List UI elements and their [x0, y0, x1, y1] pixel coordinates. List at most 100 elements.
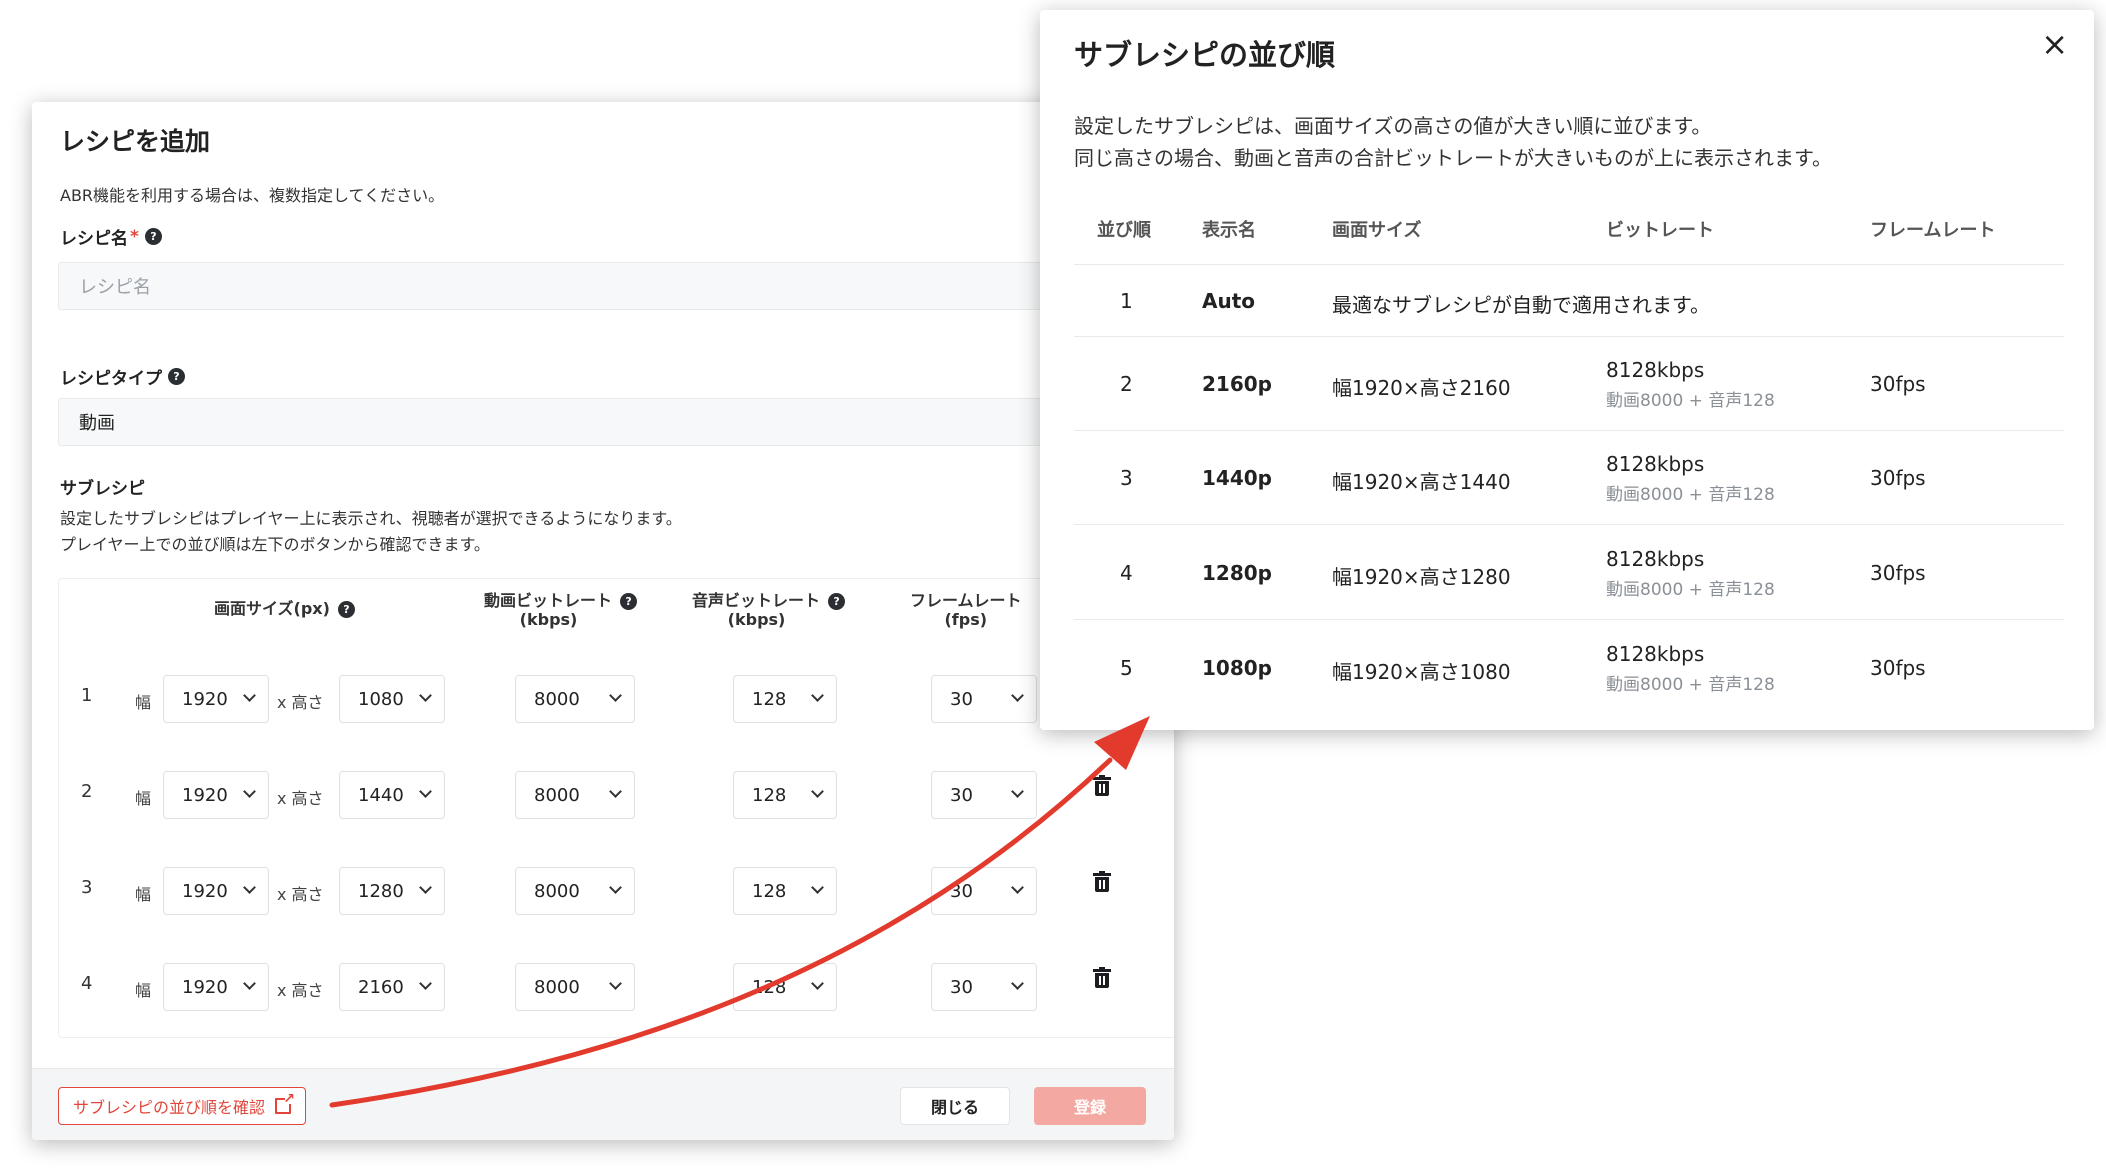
video-bitrate-value: 8000 — [534, 784, 580, 806]
audio-bitrate-value: 128 — [752, 784, 787, 806]
height-value: 1280 — [358, 880, 404, 902]
auto-note: 最適なサブレシピが自動で適用されます。 — [1332, 293, 1710, 317]
display-name: 1080p — [1202, 656, 1272, 680]
width-select[interactable]: 1920 — [163, 675, 269, 723]
height-value: 1080 — [358, 688, 404, 710]
display-name: Auto — [1202, 289, 1256, 313]
external-link-icon — [275, 1091, 295, 1114]
video-bitrate-value: 8000 — [534, 880, 580, 902]
video-bitrate-value: 8000 — [534, 688, 580, 710]
recipe-name-label-text: レシピ名 — [60, 229, 128, 249]
help-icon[interactable]: ? — [144, 228, 162, 245]
height-value: 2160 — [358, 976, 404, 998]
order-number: 2 — [1120, 372, 1133, 396]
framerate-select[interactable]: 30 — [931, 771, 1037, 819]
trash-icon[interactable] — [1093, 775, 1111, 797]
screen-size: 幅1920×高さ1440 — [1332, 470, 1511, 494]
video-bitrate-select[interactable]: 8000 — [515, 867, 635, 915]
header-screen-size-text: 画面サイズ(px) — [214, 599, 330, 618]
check-subrecipe-order-button[interactable]: サブレシピの並び順を確認 — [58, 1087, 307, 1125]
divider — [1074, 524, 2064, 525]
framerate: 30fps — [1870, 561, 1926, 585]
chevron-down-icon — [419, 977, 432, 990]
bitrate-breakdown: 動画8000 + 音声128 — [1606, 485, 1775, 505]
framerate-value: 30 — [950, 688, 973, 710]
framerate-select[interactable]: 30 — [931, 963, 1037, 1011]
screen-size: 幅1920×高さ1280 — [1332, 565, 1511, 589]
order-number: 4 — [1120, 561, 1133, 585]
header-audio-bitrate-unit: (kbps) — [727, 610, 786, 629]
recipe-type-label: レシピタイプ ? — [60, 364, 185, 389]
bitrate-total: 8128kbps — [1606, 642, 1705, 666]
chevron-down-icon — [419, 689, 432, 702]
audio-bitrate-select[interactable]: 128 — [733, 675, 837, 723]
close-icon[interactable]: × — [2041, 28, 2068, 60]
height-label: x 高さ — [277, 981, 324, 1000]
framerate-select[interactable]: 30 — [931, 675, 1037, 723]
screen-size: 幅1920×高さ1080 — [1332, 660, 1511, 684]
height-select[interactable]: 1280 — [339, 867, 445, 915]
help-icon[interactable]: ? — [828, 593, 846, 610]
display-name: 1440p — [1202, 466, 1272, 490]
header-framerate: フレームレート — [1870, 220, 1996, 241]
audio-bitrate-select[interactable]: 128 — [733, 771, 837, 819]
header-audio-bitrate-text: 音声ビットレート — [692, 591, 821, 610]
help-icon[interactable]: ? — [168, 368, 185, 385]
video-bitrate-select[interactable]: 8000 — [515, 963, 635, 1011]
trash-icon[interactable] — [1093, 871, 1111, 893]
width-label: 幅 — [135, 693, 152, 712]
recipe-type-field[interactable]: 動画 — [58, 398, 1158, 446]
chevron-down-icon — [243, 977, 256, 990]
bitrate-breakdown: 動画8000 + 音声128 — [1606, 580, 1775, 600]
help-icon[interactable]: ? — [620, 593, 638, 610]
video-bitrate-select[interactable]: 8000 — [515, 771, 635, 819]
help-icon[interactable]: ? — [337, 601, 355, 618]
width-select[interactable]: 1920 — [163, 963, 269, 1011]
recipe-type-label-text: レシピタイプ — [60, 369, 162, 389]
chevron-down-icon — [419, 785, 432, 798]
chevron-down-icon — [419, 881, 432, 894]
chevron-down-icon — [1011, 689, 1024, 702]
chevron-down-icon — [609, 977, 622, 990]
bitrate-total: 8128kbps — [1606, 452, 1705, 476]
height-select[interactable]: 2160 — [339, 963, 445, 1011]
close-button[interactable]: 閉じる — [900, 1087, 1010, 1125]
header-bitrate: ビットレート — [1606, 220, 1714, 241]
height-value: 1440 — [358, 784, 404, 806]
audio-bitrate-select[interactable]: 128 — [733, 963, 837, 1011]
audio-bitrate-select[interactable]: 128 — [733, 867, 837, 915]
chevron-down-icon — [609, 881, 622, 894]
trash-icon[interactable] — [1093, 967, 1111, 989]
video-bitrate-select[interactable]: 8000 — [515, 675, 635, 723]
height-select[interactable]: 1080 — [339, 675, 445, 723]
subrecipe-order-desc-1: 設定したサブレシピは、画面サイズの高さの値が大きい順に並びます。 — [1074, 114, 1712, 138]
order-number: 1 — [1120, 289, 1133, 313]
subrecipe-description-1: 設定したサブレシピはプレイヤー上に表示され、視聴者が選択できるようになります。 — [60, 509, 682, 528]
framerate-select[interactable]: 30 — [931, 867, 1037, 915]
header-display-name: 表示名 — [1202, 220, 1256, 241]
framerate-value: 30 — [950, 880, 973, 902]
width-select[interactable]: 1920 — [163, 867, 269, 915]
header-video-bitrate-text: 動画ビットレート — [484, 591, 613, 610]
audio-bitrate-value: 128 — [752, 688, 787, 710]
modal-footer: サブレシピの並び順を確認 閉じる 登録 — [32, 1068, 1174, 1140]
recipe-name-input[interactable]: レシピ名 — [58, 262, 1158, 310]
framerate: 30fps — [1870, 372, 1926, 396]
register-button[interactable]: 登録 — [1034, 1087, 1146, 1125]
header-audio-bitrate-line1: 音声ビットレート? — [692, 591, 846, 610]
height-select[interactable]: 1440 — [339, 771, 445, 819]
chevron-down-icon — [811, 881, 824, 894]
height-label: x 高さ — [277, 885, 324, 904]
recipe-name-label: レシピ名 * ? — [60, 224, 162, 249]
framerate: 30fps — [1870, 466, 1926, 490]
subrecipe-label-text: サブレシピ — [60, 479, 145, 499]
header-screen-size: 画面サイズ(px)? — [214, 599, 355, 618]
width-select[interactable]: 1920 — [163, 771, 269, 819]
row-number: 2 — [81, 781, 93, 802]
add-recipe-description: ABR機能を利用する場合は、複数指定してください。 — [60, 186, 445, 205]
width-label: 幅 — [135, 981, 152, 1000]
chevron-down-icon — [243, 785, 256, 798]
subrecipe-order-description: 設定したサブレシピは、画面サイズの高さの値が大きい順に並びます。 同じ高さの場合… — [1074, 110, 1832, 174]
header-framerate-text: フレームレート — [910, 591, 1022, 610]
subrecipe-description-2: プレイヤー上での並び順は左下のボタンから確認できます。 — [60, 535, 490, 554]
